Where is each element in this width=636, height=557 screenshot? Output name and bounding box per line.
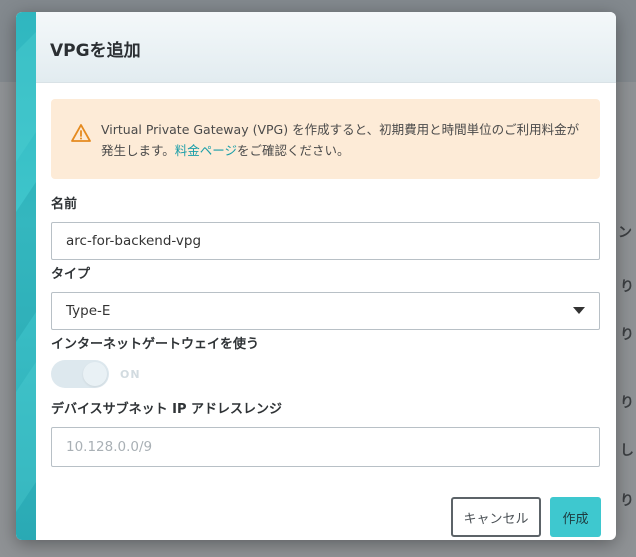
device-subnet-input[interactable] (51, 427, 600, 467)
background-text: ン (618, 225, 632, 241)
alert-text-after: をご確認ください。 (237, 143, 350, 158)
device-subnet-label: デバイスサブネット IP アドレスレンジ (51, 402, 283, 417)
caret-down-icon (573, 307, 585, 314)
add-vpg-dialog: VPGを追加 Virtual Private Gateway (VPG) を作成… (16, 12, 616, 540)
background-text: り (620, 327, 634, 343)
dialog-body: Virtual Private Gateway (VPG) を作成すると、初期費… (36, 83, 616, 540)
dialog-header: VPGを追加 (36, 12, 616, 83)
background-text: し (620, 443, 634, 459)
background-text: り (620, 493, 634, 509)
type-select-value: Type-E (66, 303, 111, 319)
warning-triangle-icon (71, 124, 91, 142)
background-text: り (620, 279, 634, 295)
dialog-title: VPGを追加 (50, 41, 141, 61)
cancel-button[interactable]: キャンセル (451, 497, 541, 537)
name-input[interactable] (51, 222, 600, 260)
type-label: タイプ (51, 267, 91, 282)
background-text: り (620, 395, 634, 411)
stripe-pattern-icon (16, 32, 36, 512)
type-select[interactable]: Type-E (51, 292, 600, 330)
toggle-knob (83, 362, 107, 386)
name-label: 名前 (51, 197, 78, 212)
create-button[interactable]: 作成 (550, 497, 601, 537)
dialog-accent-stripe (16, 12, 36, 540)
alert-message: Virtual Private Gateway (VPG) を作成すると、初期費… (101, 119, 586, 161)
pricing-page-link[interactable]: 料金ページ (175, 143, 237, 158)
internet-gateway-toggle[interactable] (51, 360, 109, 388)
toggle-state-text: ON (120, 368, 141, 381)
pricing-alert: Virtual Private Gateway (VPG) を作成すると、初期費… (51, 99, 600, 179)
internet-gateway-label: インターネットゲートウェイを使う (51, 337, 260, 352)
